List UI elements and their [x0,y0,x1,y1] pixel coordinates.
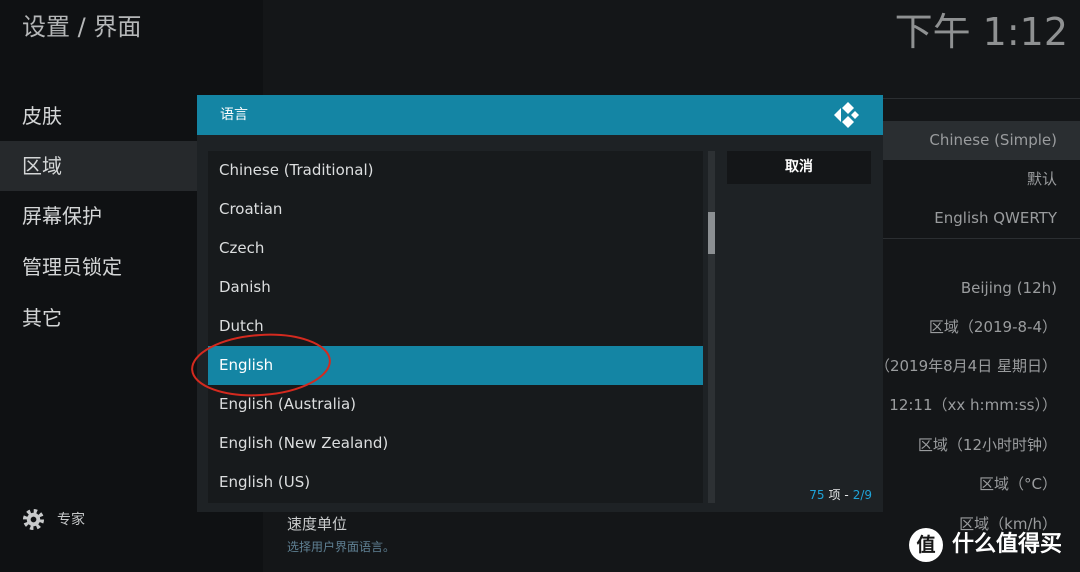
list-item-label: Dutch [219,317,264,335]
list-item-label: Croatian [219,200,283,218]
list-item[interactable]: English (New Zealand) [208,424,703,463]
list-item-label: Danish [219,278,271,296]
list-item-label: English (Australia) [219,395,356,413]
dialog-titlebar: 语言 [197,95,883,135]
list-item[interactable]: Danish [208,268,703,307]
setting-value: （2019年8月4日 星期日） [874,357,1057,375]
setting-value: 区域（2019-8-4） [928,318,1057,336]
list-item-label: English [219,356,274,374]
watermark-badge-char: 值 [916,534,936,556]
clock: 下午 1:12 [894,10,1068,54]
setting-description: 选择用户界面语言。 [287,540,396,554]
list-item-label: Chinese (Traditional) [219,161,374,179]
settings-level-label: 专家 [57,512,85,528]
kodi-logo-icon [834,102,859,128]
setting-value: 区域（12小时时钟） [917,436,1057,454]
scrollbar-thumb[interactable] [708,212,715,254]
list-item-label: English (New Zealand) [219,434,389,452]
setting-value: Chinese (Simple) [929,131,1057,149]
setting-value: Beijing (12h) [960,279,1057,297]
list-item-label: English (US) [219,473,311,491]
cancel-button-label: 取消 [785,159,813,175]
item-count: 75 [809,488,825,502]
setting-value: English QWERTY [934,209,1057,227]
list-item[interactable]: Croatian [208,190,703,229]
item-counter: 75 项 -2/9 [809,487,872,503]
list-scrollbar[interactable] [708,151,715,503]
language-list: Chinese (Traditional) Croatian Czech Dan… [208,151,703,503]
list-item[interactable]: Czech [208,229,703,268]
setting-value: 区域（°C） [979,475,1057,493]
list-item[interactable]: English (Australia) [208,385,703,424]
sidebar-item-label: 区域 [22,154,62,178]
page-title: 设置 / 界面 [22,13,142,41]
gear-icon [22,508,45,531]
watermark-text: 什么值得买 [952,532,1063,557]
list-item-label: Czech [219,239,265,257]
page-indicator: 2/9 [852,488,872,502]
list-item[interactable]: English (US) [208,463,703,502]
list-item[interactable]: Chinese (Traditional) [208,151,703,190]
watermark-logo: 值 [909,528,943,562]
settings-level-button[interactable]: 专家 [22,508,102,532]
list-item[interactable]: English [208,346,703,385]
sidebar-item-label: 屏幕保护 [22,204,102,228]
language-dialog: 语言 Chinese (Traditional) Croatian Czech … [197,95,883,512]
kodi-settings-screen: 设置 / 界面 下午 1:12 皮肤 区域 屏幕保护 管理员锁定 其它 专家 C… [0,0,1080,572]
setting-value: 默认 [1026,170,1057,188]
list-item[interactable]: Dutch [208,307,703,346]
dialog-title: 语言 [220,107,248,123]
item-count-suffix: 项 - [828,488,849,502]
sidebar-item-label: 其它 [22,306,62,330]
sidebar-item-label: 皮肤 [22,104,62,128]
setting-value: 12:11（xx h:mm:ss）） [889,396,1057,414]
cancel-button[interactable]: 取消 [727,151,871,184]
sidebar-item-label: 管理员锁定 [22,255,122,279]
